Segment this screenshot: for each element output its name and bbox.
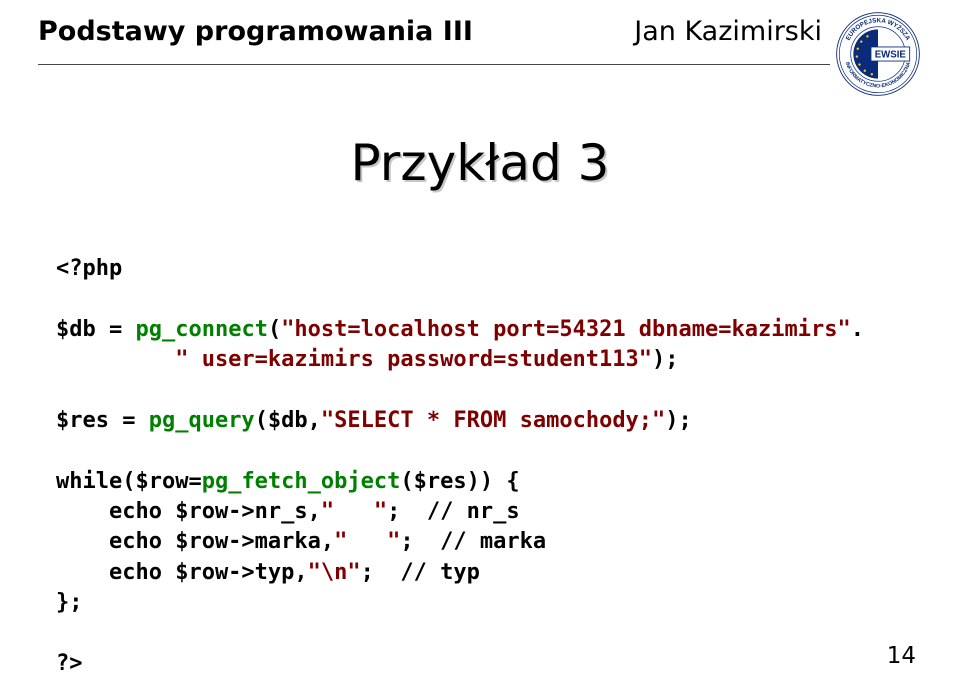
code-l1a: $db = <box>56 317 135 342</box>
code-l1b: ( <box>268 317 281 342</box>
code-l7a: echo $row->typ, <box>56 560 308 585</box>
code-l6-str: " " <box>334 529 400 554</box>
code-l5a: echo $row->nr_s, <box>56 499 321 524</box>
slide-header: Podstawy programowania III Jan Kazimirsk… <box>0 0 960 98</box>
course-title: Podstawy programowania III <box>38 16 473 47</box>
code-open-tag: <?php <box>56 256 122 281</box>
code-l7b: ; // typ <box>361 560 480 585</box>
code-l3b: ($db, <box>255 408 321 433</box>
page-number: 14 <box>887 643 916 669</box>
slide-title: Przykład 3 <box>0 134 960 192</box>
author-name: Jan Kazimirski <box>634 16 822 47</box>
code-l5-str: " " <box>321 499 387 524</box>
code-block: <?php $db = pg_connect("host=localhost p… <box>56 254 960 679</box>
code-l7-str: "\n" <box>308 560 361 585</box>
code-l6a: echo $row->marka, <box>56 529 334 554</box>
code-l4b: ($res)) { <box>400 469 519 494</box>
code-l6b: ; // marka <box>400 529 546 554</box>
code-l1-fn: pg_connect <box>135 317 267 342</box>
logo-badge-text: EWSIE <box>875 50 907 61</box>
code-close-tag: ?> <box>56 651 83 676</box>
code-l3-str: "SELECT * FROM samochody;" <box>321 408 665 433</box>
code-l1c: . <box>851 317 864 342</box>
code-l3-fn: pg_query <box>149 408 255 433</box>
code-l1-str: "host=localhost port=54321 dbname=kazimi… <box>281 317 851 342</box>
code-l4a: while($row= <box>56 469 202 494</box>
code-l8: }; <box>56 590 83 615</box>
code-l2b: ); <box>652 347 679 372</box>
header-divider <box>38 64 830 65</box>
author-logo-group: Jan Kazimirski EUROPEJSKA WYŻSZA INFORMA… <box>634 16 922 98</box>
code-l4-fn: pg_fetch_object <box>202 469 401 494</box>
code-l2-str: " user=kazimirs password=student113" <box>56 347 652 372</box>
code-l5b: ; // nr_s <box>387 499 519 524</box>
code-l3c: ); <box>665 408 692 433</box>
school-logo: EUROPEJSKA WYŻSZA INFORMATYCZNO-EKONOMIC… <box>834 10 922 98</box>
code-l3a: $res = <box>56 408 149 433</box>
